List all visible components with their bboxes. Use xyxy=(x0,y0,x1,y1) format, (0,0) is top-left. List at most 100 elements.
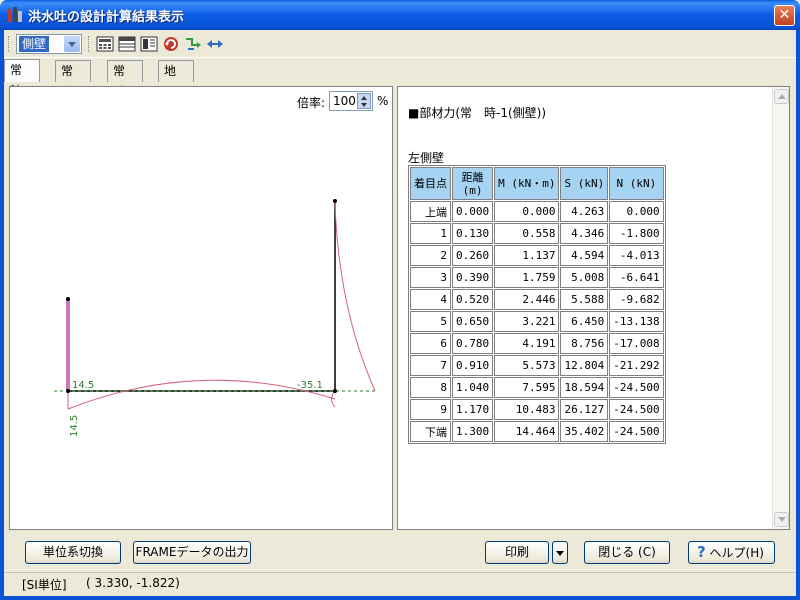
swap-icon[interactable] xyxy=(206,35,224,53)
node-right-bottom xyxy=(333,389,337,393)
help-button-label: ヘルプ(H) xyxy=(709,546,764,560)
table-cell: 5.008 xyxy=(560,267,609,288)
result-pane[interactable]: ■部材力(常 時-1(側壁)) 左側壁 着目点 距離 (m) M (kN・m) S (… xyxy=(397,86,790,530)
table-row: 6 0.780 4.191 8.756 -17.008 xyxy=(410,333,664,354)
unit-switch-button[interactable]: 単位系切換 xyxy=(25,541,121,564)
title-bar: 洪水吐の設計計算結果表示 ✕ xyxy=(0,0,800,30)
tab-seismic-1[interactable]: 地震時-1 xyxy=(158,60,194,120)
node-right-top xyxy=(333,199,337,203)
window-frame-right xyxy=(796,30,800,600)
status-coordinates: ( 3.330, -1.822) xyxy=(86,576,180,590)
table-cell: -4.013 xyxy=(609,245,664,266)
table-cell: 12.804 xyxy=(560,355,609,376)
table-cell: -17.008 xyxy=(609,333,664,354)
diagram-pane[interactable]: 14.5 -35.1 14.5 倍率: 100 % xyxy=(9,86,393,530)
table-cell: 0.000 xyxy=(609,201,664,222)
frame-output-button[interactable]: FRAMEデータの出力 xyxy=(133,541,251,564)
table-cell: 0.650 xyxy=(452,311,494,332)
result-subheading: 左側壁 xyxy=(408,151,445,165)
app-icon xyxy=(8,7,22,22)
scroll-up-icon[interactable] xyxy=(774,89,789,104)
result-table: 着目点 距離 (m) M (kN・m) S (kN) N (kN) 上端 0.000 0.0… xyxy=(408,165,666,444)
table-cell: -6.641 xyxy=(609,267,664,288)
window-frame-left xyxy=(0,30,4,600)
table-cell: -24.500 xyxy=(609,421,664,442)
flow-icon[interactable] xyxy=(184,35,202,53)
table-row: 上端 0.000 0.000 4.263 0.000 xyxy=(410,201,664,222)
table-row: 3 0.390 1.759 5.008 -6.641 xyxy=(410,267,664,288)
status-unit: [SI単位] xyxy=(22,578,67,592)
scale-label: 倍率: xyxy=(297,96,326,110)
table-cell: 9 xyxy=(410,399,451,420)
refresh-icon[interactable] xyxy=(162,35,180,53)
table-cell: -1.800 xyxy=(609,223,664,244)
table-cell: 1.759 xyxy=(494,267,560,288)
table-cell: 10.483 xyxy=(494,399,560,420)
scale-spinner[interactable] xyxy=(357,93,371,109)
tab-normal-1[interactable]: 常時-1 xyxy=(4,59,40,98)
table-column-header: S (kN) xyxy=(560,167,609,200)
close-button[interactable]: 閉じる (C) xyxy=(584,541,670,564)
table-cell: 2.446 xyxy=(494,289,560,310)
table-icon[interactable] xyxy=(118,35,136,53)
window-frame-bottom xyxy=(0,596,800,600)
window-title: 洪水吐の設計計算結果表示 xyxy=(28,10,185,25)
table-cell: 7 xyxy=(410,355,451,376)
document-view-icon[interactable] xyxy=(140,35,158,53)
table-cell: 1.300 xyxy=(452,421,494,442)
table-cell: 1.040 xyxy=(452,377,494,398)
scroll-down-icon[interactable] xyxy=(774,512,789,527)
help-button[interactable]: ? ヘルプ(H) xyxy=(688,541,775,564)
table-cell: 8 xyxy=(410,377,451,398)
table-row: 9 1.170 10.483 26.127 -24.500 xyxy=(410,399,664,420)
table-cell: 14.464 xyxy=(494,421,560,442)
table-cell: 26.127 xyxy=(560,399,609,420)
table-row: 7 0.910 5.573 12.804 -21.292 xyxy=(410,355,664,376)
table-column-header: 着目点 xyxy=(410,167,451,200)
slab-moment-curve xyxy=(67,379,336,410)
calculator-icon[interactable] xyxy=(96,35,114,53)
member-select-value: 側壁 xyxy=(19,36,50,52)
table-row: 5 0.650 3.221 6.450 -13.138 xyxy=(410,311,664,332)
table-cell: 4 xyxy=(410,289,451,310)
close-window-button[interactable]: ✕ xyxy=(774,5,795,26)
vertical-scrollbar[interactable] xyxy=(772,87,789,529)
label-right-top: -35.1 xyxy=(297,380,323,391)
tab-normal-3[interactable]: 常時-3 xyxy=(107,60,143,99)
table-cell: 0.000 xyxy=(494,201,560,222)
table-cell: 4.346 xyxy=(560,223,609,244)
table-body: 上端 0.000 0.000 4.263 0.000 1 0.130 0.558 4.346 -1… xyxy=(410,201,664,442)
table-cell: 下端 xyxy=(410,421,451,442)
spin-up-icon[interactable] xyxy=(361,96,367,100)
table-cell: 5.588 xyxy=(560,289,609,310)
help-icon: ? xyxy=(697,543,706,561)
label-left-top: 14.5 xyxy=(72,380,94,391)
result-heading: ■部材力(常 時-1(側壁)) xyxy=(408,106,547,120)
table-cell: 1 xyxy=(410,223,451,244)
toolbar: 側壁 xyxy=(4,30,796,58)
table-cell: 0.520 xyxy=(452,289,494,310)
print-button[interactable]: 印刷 xyxy=(485,541,549,564)
scale-unit: % xyxy=(377,94,389,108)
status-bar: [SI単位] ( 3.330, -1.822) xyxy=(4,572,796,594)
label-left-bottom: 14.5 xyxy=(69,415,80,437)
table-cell: 4.594 xyxy=(560,245,609,266)
table-row: 下端 1.300 14.464 35.402 -24.500 xyxy=(410,421,664,442)
table-cell: -9.682 xyxy=(609,289,664,310)
print-dropdown-button[interactable] xyxy=(552,541,568,564)
table-cell: -24.500 xyxy=(609,377,664,398)
table-cell: 0.000 xyxy=(452,201,494,222)
scale-input[interactable]: 100 xyxy=(329,91,373,111)
table-column-header: N (kN) xyxy=(609,167,664,200)
tab-normal-2[interactable]: 常時-2 xyxy=(55,60,91,99)
table-cell: 上端 xyxy=(410,201,451,222)
node-left-bottom xyxy=(66,389,70,393)
member-select[interactable]: 側壁 xyxy=(16,34,82,54)
table-cell: 3.221 xyxy=(494,311,560,332)
toolbar-separator xyxy=(88,36,91,52)
spin-down-icon[interactable] xyxy=(361,103,367,107)
table-cell: 0.780 xyxy=(452,333,494,354)
moment-diagram: 14.5 -35.1 14.5 xyxy=(54,199,376,437)
table-column-header: M (kN・m) xyxy=(494,167,560,200)
chevron-down-icon[interactable] xyxy=(64,36,80,52)
